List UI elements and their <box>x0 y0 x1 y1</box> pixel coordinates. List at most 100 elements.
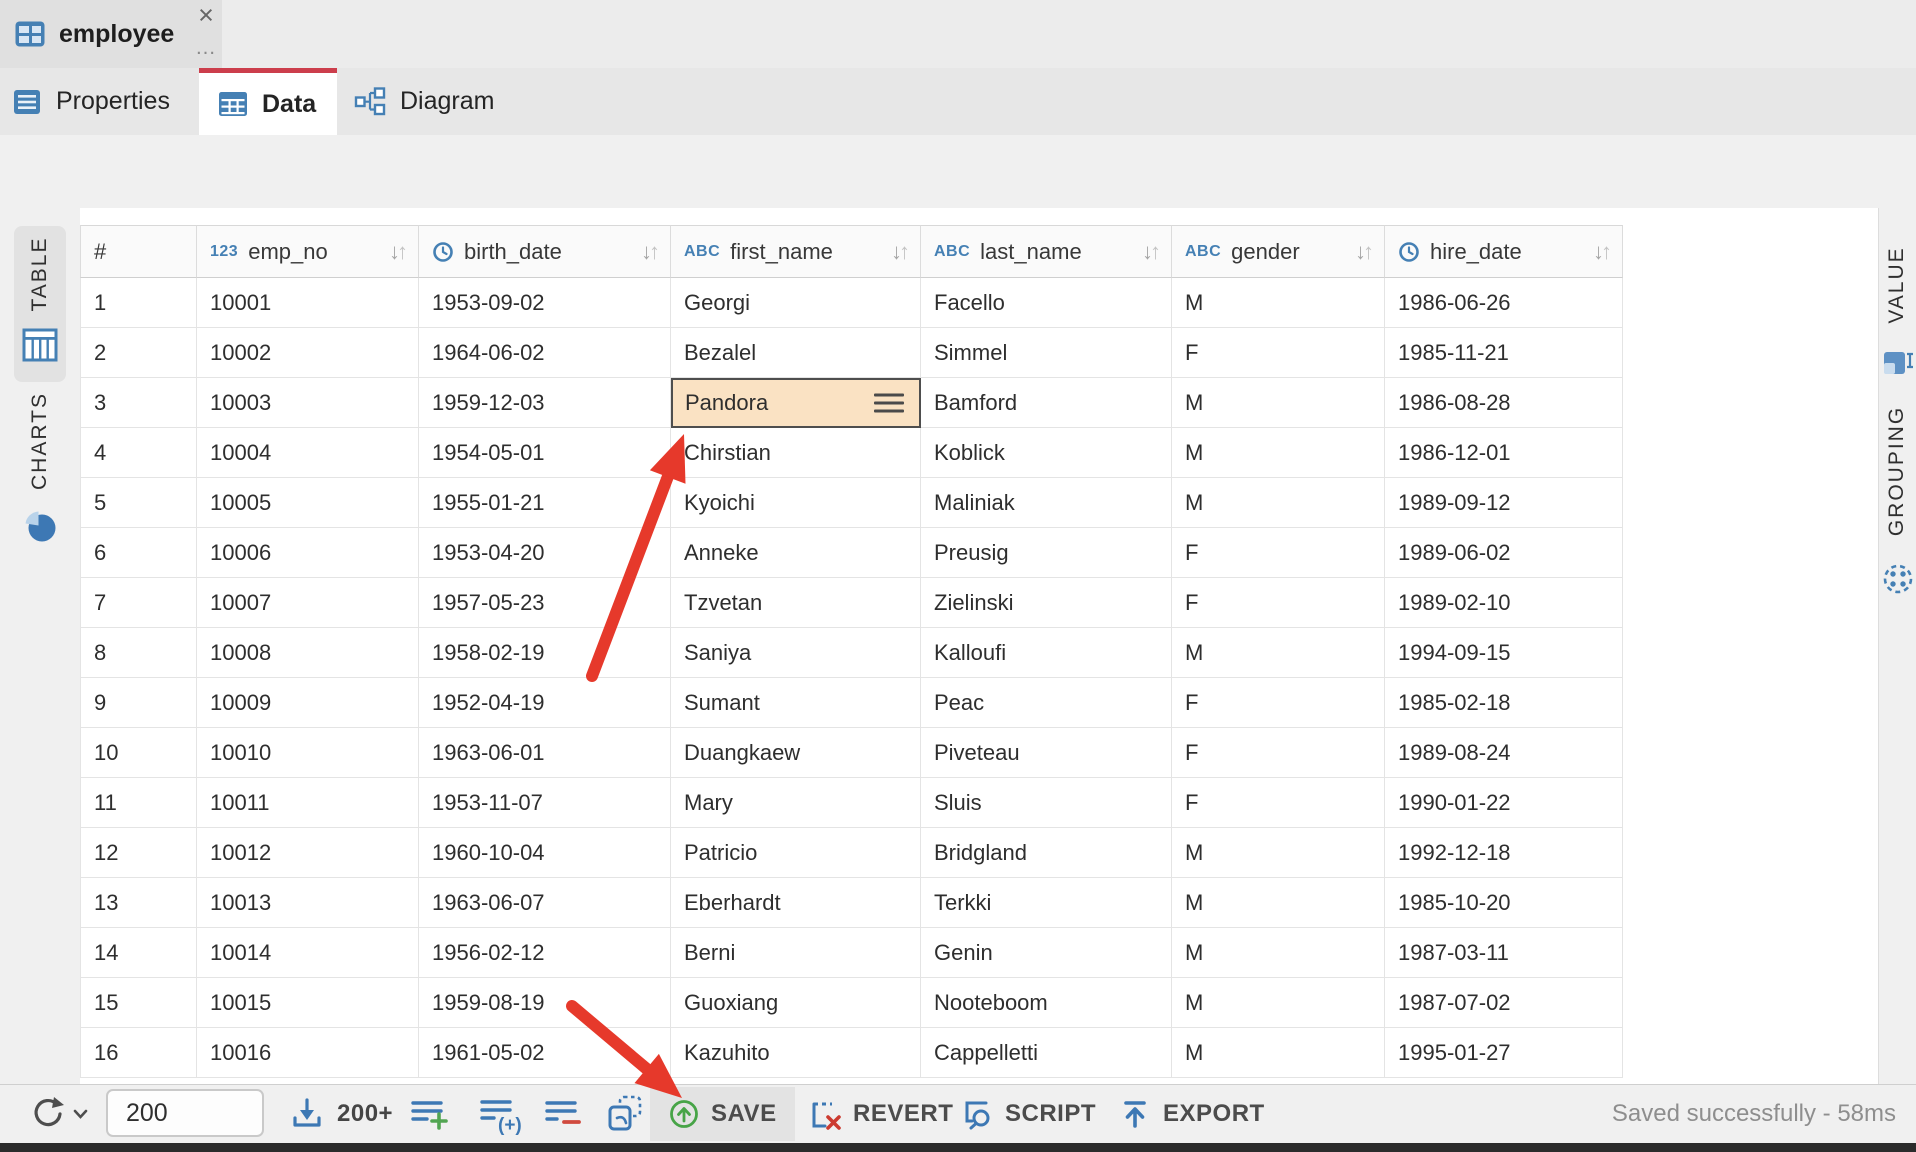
delete-row-button[interactable] <box>540 1091 586 1137</box>
cell-emp_no[interactable]: 10010 <box>197 728 419 778</box>
column-header-birth_date[interactable]: birth_date↓↑ <box>419 225 671 278</box>
cell-rownum[interactable]: 1 <box>80 278 197 328</box>
cell-rownum[interactable]: 2 <box>80 328 197 378</box>
more-options-icon[interactable]: … <box>192 36 220 60</box>
cell-hire_date[interactable]: 1985-11-21 <box>1385 328 1623 378</box>
fetch-size-input[interactable] <box>106 1089 264 1137</box>
cell-gender[interactable]: M <box>1172 928 1385 978</box>
cell-last_name[interactable]: Terkki <box>921 878 1172 928</box>
cell-hire_date[interactable]: 1987-07-02 <box>1385 978 1623 1028</box>
cell-last_name[interactable]: Maliniak <box>921 478 1172 528</box>
cell-last_name[interactable]: Zielinski <box>921 578 1172 628</box>
cell-first_name[interactable]: Bezalel <box>671 328 921 378</box>
cell-last_name[interactable]: Nooteboom <box>921 978 1172 1028</box>
cell-last_name[interactable]: Piveteau <box>921 728 1172 778</box>
selected-cell[interactable]: Pandora <box>671 378 921 428</box>
cell-gender[interactable]: M <box>1172 878 1385 928</box>
cell-gender[interactable]: M <box>1172 478 1385 528</box>
cell-rownum[interactable]: 15 <box>80 978 197 1028</box>
cell-emp_no[interactable]: 10013 <box>197 878 419 928</box>
revert-button[interactable]: REVERT <box>806 1087 953 1141</box>
column-header-emp_no[interactable]: 123emp_no↓↑ <box>197 225 419 278</box>
cell-birth_date[interactable]: 1953-11-07 <box>419 778 671 828</box>
cell-hire_date[interactable]: 1992-12-18 <box>1385 828 1623 878</box>
column-header-gender[interactable]: ABCgender↓↑ <box>1172 225 1385 278</box>
cell-gender[interactable]: M <box>1172 978 1385 1028</box>
cell-last_name[interactable]: Preusig <box>921 528 1172 578</box>
cell-first_name[interactable]: Saniya <box>671 628 921 678</box>
cell-hire_date[interactable]: 1985-02-18 <box>1385 678 1623 728</box>
cell-hire_date[interactable]: 1986-06-26 <box>1385 278 1623 328</box>
duplicate-row-button[interactable]: (+) <box>476 1091 522 1137</box>
cell-hire_date[interactable]: 1990-01-22 <box>1385 778 1623 828</box>
cell-first_name[interactable]: Mary <box>671 778 921 828</box>
cell-rownum[interactable]: 16 <box>80 1028 197 1078</box>
cell-birth_date[interactable]: 1953-04-20 <box>419 528 671 578</box>
cell-last_name[interactable]: Cappelletti <box>921 1028 1172 1078</box>
cell-emp_no[interactable]: 10004 <box>197 428 419 478</box>
cell-emp_no[interactable]: 10011 <box>197 778 419 828</box>
cell-birth_date[interactable]: 1954-05-01 <box>419 428 671 478</box>
cell-gender[interactable]: M <box>1172 378 1385 428</box>
cell-first_name[interactable]: Sumant <box>671 678 921 728</box>
cell-emp_no[interactable]: 10002 <box>197 328 419 378</box>
column-header-last_name[interactable]: ABClast_name↓↑ <box>921 225 1172 278</box>
cell-gender[interactable]: F <box>1172 678 1385 728</box>
cell-last_name[interactable]: Bridgland <box>921 828 1172 878</box>
cell-gender[interactable]: M <box>1172 278 1385 328</box>
cell-gender[interactable]: F <box>1172 578 1385 628</box>
cell-emp_no[interactable]: 10012 <box>197 828 419 878</box>
cell-birth_date[interactable]: 1960-10-04 <box>419 828 671 878</box>
cell-first_name[interactable]: Duangkaew <box>671 728 921 778</box>
cell-hire_date[interactable]: 1989-09-12 <box>1385 478 1623 528</box>
rail-tab-grouping[interactable] <box>1878 410 1916 580</box>
cell-first_name[interactable]: Tzvetan <box>671 578 921 628</box>
cell-hire_date[interactable]: 1986-08-28 <box>1385 378 1623 428</box>
save-button[interactable]: SAVE <box>650 1087 795 1141</box>
cell-hire_date[interactable]: 1994-09-15 <box>1385 628 1623 678</box>
cell-first_name[interactable]: Patricio <box>671 828 921 878</box>
cell-birth_date[interactable]: 1952-04-19 <box>419 678 671 728</box>
cell-rownum[interactable]: 14 <box>80 928 197 978</box>
tab-data[interactable]: Data <box>199 68 337 135</box>
cell-rownum[interactable]: 4 <box>80 428 197 478</box>
cell-rownum[interactable]: 8 <box>80 628 197 678</box>
cell-emp_no[interactable]: 10015 <box>197 978 419 1028</box>
cell-emp_no[interactable]: 10007 <box>197 578 419 628</box>
cell-emp_no[interactable]: 10005 <box>197 478 419 528</box>
cell-gender[interactable]: F <box>1172 528 1385 578</box>
cell-birth_date[interactable]: 1959-08-19 <box>419 978 671 1028</box>
cell-first_name[interactable]: Eberhardt <box>671 878 921 928</box>
cell-hire_date[interactable]: 1995-01-27 <box>1385 1028 1623 1078</box>
cell-first_name[interactable]: Georgi <box>671 278 921 328</box>
cell-gender[interactable]: F <box>1172 778 1385 828</box>
cell-hire_date[interactable]: 1985-10-20 <box>1385 878 1623 928</box>
export-button[interactable]: EXPORT <box>1118 1087 1265 1141</box>
cell-hire_date[interactable]: 1989-08-24 <box>1385 728 1623 778</box>
editor-tab-employee[interactable]: employee <box>0 0 222 68</box>
cell-rownum[interactable]: 10 <box>80 728 197 778</box>
cell-first_name[interactable]: Anneke <box>671 528 921 578</box>
cell-last_name[interactable]: Simmel <box>921 328 1172 378</box>
cell-rownum[interactable]: 7 <box>80 578 197 628</box>
cell-birth_date[interactable]: 1953-09-02 <box>419 278 671 328</box>
cell-first_name[interactable]: Kyoichi <box>671 478 921 528</box>
cell-rownum[interactable]: 9 <box>80 678 197 728</box>
cell-rownum[interactable]: 13 <box>80 878 197 928</box>
cell-first_name[interactable]: Guoxiang <box>671 978 921 1028</box>
cell-menu-icon[interactable] <box>874 389 904 418</box>
cell-last_name[interactable]: Sluis <box>921 778 1172 828</box>
cell-emp_no[interactable]: 10006 <box>197 528 419 578</box>
cell-rownum[interactable]: 12 <box>80 828 197 878</box>
cell-birth_date[interactable]: 1961-05-02 <box>419 1028 671 1078</box>
column-header-first_name[interactable]: ABCfirst_name↓↑ <box>671 225 921 278</box>
cell-rownum[interactable]: 5 <box>80 478 197 528</box>
tab-diagram[interactable]: Diagram <box>337 68 547 135</box>
cell-last_name[interactable]: Peac <box>921 678 1172 728</box>
cell-birth_date[interactable]: 1955-01-21 <box>419 478 671 528</box>
cell-last_name[interactable]: Bamford <box>921 378 1172 428</box>
close-icon[interactable]: × <box>192 0 220 30</box>
cell-emp_no[interactable]: 10001 <box>197 278 419 328</box>
copy-special-button[interactable] <box>602 1091 648 1137</box>
cell-hire_date[interactable]: 1986-12-01 <box>1385 428 1623 478</box>
